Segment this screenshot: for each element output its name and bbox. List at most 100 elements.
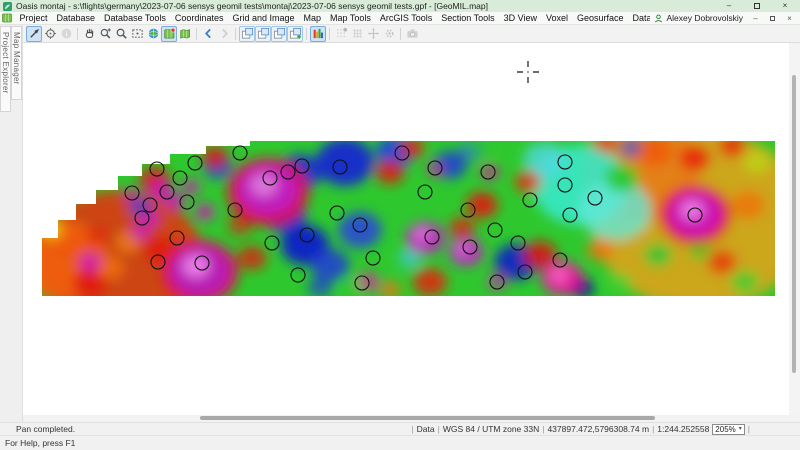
user-name: Alexey Dobrovolskiy	[666, 13, 743, 23]
separator: |	[542, 424, 544, 434]
menu-database[interactable]: Database	[52, 12, 100, 25]
main-toolbar: i	[23, 25, 800, 43]
map-tool-button[interactable]	[177, 26, 193, 42]
maximize-button[interactable]	[745, 0, 769, 12]
chevron-down-icon: ▾	[739, 425, 742, 434]
menu-map-tools[interactable]: Map Tools	[326, 12, 376, 25]
status-scale: 1:244.252558	[657, 424, 709, 434]
map-window-icon	[273, 27, 286, 40]
toolbar-separator	[196, 28, 197, 40]
zoom-box-tool-button[interactable]	[129, 26, 145, 42]
menu-coordinates[interactable]: Coordinates	[170, 12, 228, 25]
camera-icon	[406, 27, 419, 40]
menu-arcgis-tools[interactable]: ArcGIS Tools	[375, 12, 436, 25]
mdi-close-button[interactable]: ×	[781, 12, 798, 25]
select-arrow-icon	[28, 27, 41, 40]
menu-items: ProjectDatabaseDatabase ToolsCoordinates…	[15, 12, 650, 25]
map-window-icon	[241, 27, 254, 40]
toolbar-separator	[400, 28, 401, 40]
title-bar: Oasis montaj - s:\flights\germany\2023-0…	[0, 0, 800, 12]
dock-tab-strip: Project Explorer Map Manager	[0, 25, 23, 422]
globe-icon	[147, 27, 160, 40]
menu-project[interactable]: Project	[15, 12, 52, 25]
map-marker-icon	[163, 27, 176, 40]
dot-grid-pin-icon	[335, 27, 348, 40]
status-crs: WGS 84 / UTM zone 33N	[443, 424, 539, 434]
map-window-icon	[257, 27, 270, 40]
zoom-icon	[115, 27, 128, 40]
status-data-label: Data	[417, 424, 435, 434]
menu-data-services[interactable]: Data Services	[628, 12, 650, 25]
map-icon	[179, 27, 192, 40]
status-message: Pan completed.	[0, 424, 411, 434]
chevron-right-icon	[218, 27, 231, 40]
vertical-scrollbar-thumb[interactable]	[792, 75, 796, 373]
user-account[interactable]: Alexey Dobrovolskiy	[650, 13, 747, 23]
map-window-plus-icon	[289, 27, 302, 40]
anomaly-map[interactable]	[23, 43, 789, 415]
menu-grid-and-image[interactable]: Grid and Image	[228, 12, 299, 25]
menu-bar: ProjectDatabaseDatabase ToolsCoordinates…	[0, 12, 800, 25]
zoom-level-value: 205%	[715, 425, 735, 434]
shift-grid-tool-button[interactable]	[365, 26, 381, 42]
full-extent-tool-button[interactable]	[145, 26, 161, 42]
user-icon	[654, 14, 663, 23]
chevron-left-icon	[202, 27, 215, 40]
scrollbar-corner	[789, 415, 800, 422]
target-icon	[44, 27, 57, 40]
close-button[interactable]: ×	[773, 0, 797, 12]
zoom-tool-button[interactable]	[113, 26, 129, 42]
toolbar-separator	[329, 28, 330, 40]
separator: |	[748, 424, 750, 434]
menu-voxel[interactable]: Voxel	[541, 12, 572, 25]
info-tool-button[interactable]: i	[58, 26, 74, 42]
minimize-button[interactable]: –	[717, 0, 741, 12]
toolbar-separator	[306, 28, 307, 40]
grid-lines-tool-button[interactable]	[349, 26, 365, 42]
snapshot-tool-button[interactable]	[404, 26, 420, 42]
next-view-button[interactable]	[216, 26, 232, 42]
tab-map-manager[interactable]: Map Manager	[11, 26, 22, 100]
toolbar-separator	[235, 28, 236, 40]
map-canvas[interactable]	[23, 43, 789, 415]
status-right: | Data | WGS 84 / UTM zone 33N | 437897.…	[411, 424, 800, 435]
horizontal-scrollbar[interactable]	[23, 415, 789, 422]
pan-hand-icon	[83, 27, 96, 40]
svg-text:i: i	[65, 29, 67, 38]
map-view-new-button[interactable]	[287, 26, 303, 42]
zoom-dynamic-icon	[99, 27, 112, 40]
window-title: Oasis montaj - s:\flights\germany\2023-0…	[16, 1, 713, 11]
mdi-restore-button[interactable]	[764, 12, 781, 25]
grid-settings-tool-button[interactable]	[381, 26, 397, 42]
horizontal-scrollbar-thumb[interactable]	[200, 416, 655, 420]
color-tool-button[interactable]	[310, 26, 326, 42]
map-view-1-button[interactable]	[239, 26, 255, 42]
status-bar: Pan completed. | Data | WGS 84 / UTM zon…	[0, 422, 800, 435]
menu-map[interactable]: Map	[299, 12, 326, 25]
gear-icon	[383, 27, 396, 40]
tab-project-explorer[interactable]: Project Explorer	[0, 26, 11, 112]
toolbar-separator	[77, 28, 78, 40]
mdi-minimize-button[interactable]: –	[747, 12, 764, 25]
menu-database-tools[interactable]: Database Tools	[100, 12, 171, 25]
document-icon	[2, 13, 12, 23]
select-tool-button[interactable]	[26, 26, 42, 42]
vertical-scrollbar[interactable]	[789, 43, 800, 415]
menu-3d-view[interactable]: 3D View	[499, 12, 541, 25]
map-locate-tool-button[interactable]	[161, 26, 177, 42]
dynamic-zoom-tool-button[interactable]	[97, 26, 113, 42]
menu-geosurface[interactable]: Geosurface	[573, 12, 629, 25]
status-coordinates: 437897.472,5796308.74 m	[547, 424, 649, 434]
locate-tool-button[interactable]	[42, 26, 58, 42]
pan-tool-button[interactable]	[81, 26, 97, 42]
map-view-2-button[interactable]	[255, 26, 271, 42]
grid-points-tool-button[interactable]	[333, 26, 349, 42]
menu-section-tools[interactable]: Section Tools	[437, 12, 499, 25]
map-view-3-button[interactable]	[271, 26, 287, 42]
crosshair-cursor	[517, 61, 539, 83]
previous-view-button[interactable]	[200, 26, 216, 42]
zoom-level-select[interactable]: 205% ▾	[712, 424, 744, 435]
zoom-box-icon	[131, 27, 144, 40]
help-bar: For Help, press F1	[0, 435, 800, 450]
anomaly-raster	[23, 43, 789, 415]
